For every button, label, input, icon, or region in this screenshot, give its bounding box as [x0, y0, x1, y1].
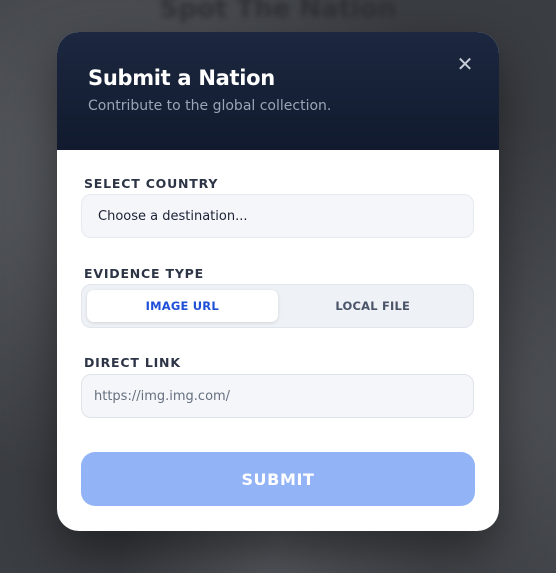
- direct-link-input[interactable]: [81, 374, 474, 418]
- local-file-option[interactable]: LOCAL FILE: [278, 290, 469, 322]
- close-icon[interactable]: ✕: [455, 54, 475, 74]
- background-heading: Spot The Nation: [159, 0, 397, 24]
- evidence-type-toggle: IMAGE URL LOCAL FILE: [81, 284, 474, 328]
- country-label: SELECT COUNTRY: [84, 176, 219, 191]
- modal-title: Submit a Nation: [88, 66, 275, 90]
- modal-header: Submit a Nation Contribute to the global…: [57, 32, 499, 150]
- country-select-value: Choose a destination...: [98, 208, 248, 224]
- submit-nation-modal: Submit a Nation Contribute to the global…: [57, 32, 499, 531]
- country-select[interactable]: Choose a destination...: [81, 194, 474, 238]
- submit-button[interactable]: SUBMIT: [81, 452, 475, 506]
- evidence-type-label: EVIDENCE TYPE: [84, 266, 204, 281]
- direct-link-label: DIRECT LINK: [84, 355, 181, 370]
- modal-subtitle: Contribute to the global collection.: [88, 98, 332, 114]
- image-url-option[interactable]: IMAGE URL: [87, 290, 278, 322]
